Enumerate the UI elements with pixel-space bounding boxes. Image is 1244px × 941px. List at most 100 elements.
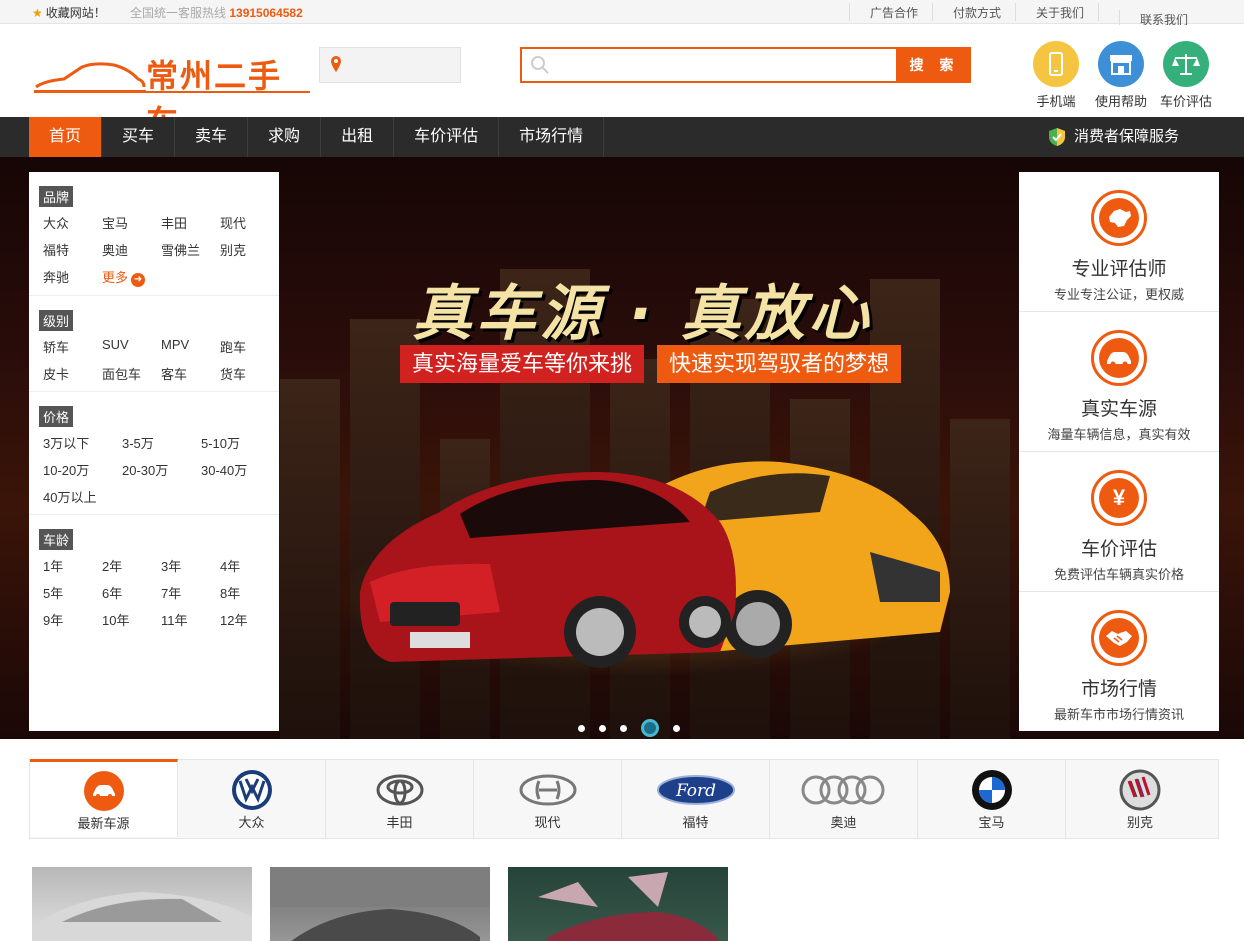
- shield-icon: [1049, 128, 1065, 146]
- mobile-link[interactable]: 手机端: [1026, 41, 1086, 110]
- filter-option[interactable]: 别克: [220, 240, 279, 259]
- filter-option[interactable]: 现代: [220, 213, 279, 232]
- tab-latest-cars[interactable]: 最新车源: [30, 759, 178, 837]
- nav-wanted[interactable]: 求购: [248, 117, 322, 157]
- filter-option[interactable]: 货车: [220, 364, 279, 383]
- filter-option[interactable]: 10-20万: [43, 460, 122, 479]
- more-brands-link[interactable]: 更多 ➜: [102, 267, 161, 287]
- car-icon: [83, 771, 124, 811]
- yen-icon: ¥: [1091, 470, 1147, 526]
- car-thumbnail[interactable]: [32, 867, 252, 941]
- filter-option[interactable]: 大众: [43, 213, 102, 232]
- filter-option[interactable]: 3年: [161, 556, 220, 575]
- filter-group-age: 车龄 1年 2年 3年 4年 5年 6年 7年 8年 9年 10年 11年 12…: [29, 515, 279, 637]
- filter-title: 品牌: [39, 186, 74, 207]
- ad-cooperation-link[interactable]: 广告合作: [848, 3, 932, 21]
- search-input[interactable]: [522, 49, 896, 81]
- favorite-link[interactable]: ★ 收藏网站！: [32, 4, 106, 21]
- filter-option[interactable]: 5-10万: [201, 433, 280, 452]
- filter-option[interactable]: MPV: [161, 337, 220, 356]
- filter-option[interactable]: 丰田: [161, 213, 220, 232]
- slider-dot[interactable]: [578, 724, 585, 732]
- tab-buick[interactable]: 别克: [1066, 760, 1214, 838]
- star-icon: ★: [32, 6, 43, 20]
- filter-option[interactable]: 3-5万: [122, 433, 201, 452]
- filter-option[interactable]: 12年: [220, 610, 279, 629]
- car-thumbnail[interactable]: [508, 867, 728, 941]
- filter-option[interactable]: 宝马: [102, 213, 161, 232]
- logo[interactable]: 常州二手车: [34, 51, 312, 141]
- filter-option[interactable]: 7年: [161, 583, 220, 602]
- consumer-guarantee-link[interactable]: 消费者保障服务: [1048, 117, 1179, 157]
- nav-home[interactable]: 首页: [29, 117, 103, 157]
- nav-sell[interactable]: 卖车: [175, 117, 249, 157]
- search-button[interactable]: 搜 索: [898, 47, 971, 83]
- about-link[interactable]: 关于我们: [1014, 3, 1098, 21]
- service-appraiser[interactable]: 专业评估师 专业专注公证，更权威: [1019, 172, 1219, 312]
- filter-option[interactable]: 11年: [161, 610, 220, 629]
- filter-option[interactable]: 雪佛兰: [161, 240, 220, 259]
- filter-title: 车龄: [39, 529, 74, 550]
- nav-buy[interactable]: 买车: [102, 117, 176, 157]
- slider-dot[interactable]: [673, 724, 680, 732]
- payment-link[interactable]: 付款方式: [931, 3, 1015, 21]
- filter-option[interactable]: 20-30万: [122, 460, 201, 479]
- filter-option[interactable]: SUV: [102, 337, 161, 356]
- filter-option[interactable]: 5年: [43, 583, 102, 602]
- slider-dot[interactable]: [599, 724, 606, 732]
- filter-option[interactable]: 10年: [102, 610, 161, 629]
- filter-option[interactable]: 4年: [220, 556, 279, 575]
- filter-option[interactable]: 福特: [43, 240, 102, 259]
- service-real-cars[interactable]: 真实车源 海量车辆信息，真实有效: [1019, 312, 1219, 452]
- mobile-icon: [1033, 41, 1079, 87]
- arrow-right-icon: ➜: [131, 273, 146, 287]
- filter-option[interactable]: 9年: [43, 610, 102, 629]
- svg-text:Ford: Ford: [674, 781, 715, 801]
- filter-option[interactable]: 跑车: [220, 337, 279, 356]
- china-map-icon: [1091, 190, 1147, 246]
- service-market[interactable]: 市场行情 最新车市市场行情资讯: [1019, 592, 1219, 732]
- tab-audi[interactable]: 奥迪: [770, 760, 918, 838]
- tab-volkswagen[interactable]: 大众: [178, 760, 326, 838]
- slider-dot-active[interactable]: [641, 719, 659, 737]
- filter-option[interactable]: 轿车: [43, 337, 102, 356]
- location-pin-icon: [331, 56, 341, 72]
- banner-cars-image: [359, 461, 950, 668]
- nav-market[interactable]: 市场行情: [499, 117, 605, 157]
- help-link[interactable]: 使用帮助: [1091, 41, 1151, 110]
- hyundai-logo: [519, 774, 576, 806]
- tab-bmw[interactable]: 宝马: [918, 760, 1066, 838]
- filter-option[interactable]: 1年: [43, 556, 102, 575]
- filter-option[interactable]: 3万以下: [43, 433, 122, 452]
- filter-option[interactable]: 30-40万: [201, 460, 280, 479]
- toyota-logo: [376, 774, 423, 806]
- car-thumbnail[interactable]: [270, 867, 490, 941]
- service-price-eval[interactable]: ¥ 车价评估 免费评估车辆真实价格: [1019, 452, 1219, 592]
- filter-option[interactable]: 奥迪: [102, 240, 161, 259]
- filter-option[interactable]: 奔驰: [43, 267, 102, 287]
- tab-ford[interactable]: Ford 福特: [622, 760, 770, 838]
- car-listing-thumbnails: [32, 867, 746, 941]
- logo-underline: [34, 91, 310, 93]
- city-selector[interactable]: [319, 47, 461, 83]
- services-panel: 专业评估师 专业专注公证，更权威 真实车源 海量车辆信息，真实有效 ¥ 车价评估…: [1019, 172, 1219, 731]
- banner-subtitle-1: 真实海量爱车等你来挑: [400, 345, 645, 383]
- car-icon: [1091, 330, 1147, 386]
- price-eval-link[interactable]: 车价评估: [1156, 41, 1216, 110]
- audi-logo: [801, 775, 884, 805]
- tab-hyundai[interactable]: 现代: [474, 760, 622, 838]
- tab-toyota[interactable]: 丰田: [326, 760, 474, 838]
- filter-option[interactable]: 皮卡: [43, 364, 102, 383]
- nav-evaluation[interactable]: 车价评估: [394, 117, 500, 157]
- filter-title: 价格: [39, 406, 74, 427]
- filter-option[interactable]: 40万以上: [43, 487, 122, 506]
- filter-option[interactable]: 客车: [161, 364, 220, 383]
- filter-option[interactable]: 8年: [220, 583, 279, 602]
- filter-option[interactable]: 6年: [102, 583, 161, 602]
- filter-option[interactable]: 面包车: [102, 364, 161, 383]
- hotline: 全国统一客服热线 13915064582: [130, 6, 303, 20]
- filter-option[interactable]: 2年: [102, 556, 161, 575]
- contact-link[interactable]: 联系我们 ⌄: [1097, 3, 1216, 49]
- slider-dot[interactable]: [620, 724, 627, 732]
- nav-rent[interactable]: 出租: [321, 117, 395, 157]
